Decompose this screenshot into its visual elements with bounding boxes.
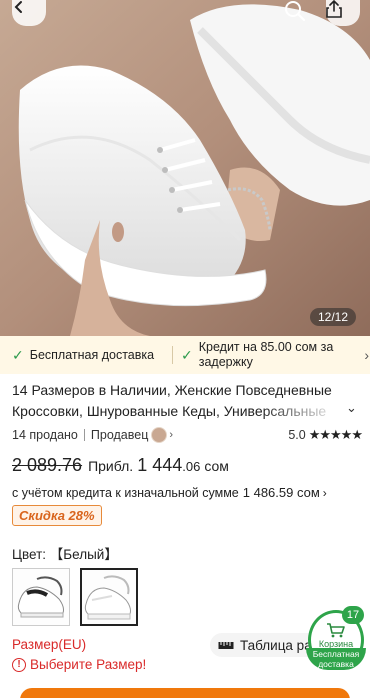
free-delivery-label: Бесплатная доставка <box>29 348 155 362</box>
approx-label: Прибл. <box>88 458 134 474</box>
cart-count-badge: 17 <box>342 606 364 624</box>
discount-badge: Скидка 28% <box>12 505 102 526</box>
credit-delay-label: Кредит на 85.00 сом за задержку <box>198 340 334 369</box>
ruler-icon <box>218 642 234 649</box>
product-meta: 14 продано Продавец › 5.0 ★★★★★ <box>12 426 363 444</box>
share-icon <box>326 0 342 18</box>
free-delivery: ✓ Бесплатная доставка <box>0 347 172 364</box>
new-price-integer: 1 444 <box>137 455 183 475</box>
rating-value: 5.0 <box>288 428 306 442</box>
star-icons: ★★★★★ <box>308 427 363 442</box>
credit-delay: ✓ Кредит на 85.00 сом за задержку › <box>173 340 369 370</box>
chevron-right-icon: › <box>322 486 327 500</box>
image-counter: 12/12 <box>309 308 356 326</box>
check-icon: ✓ <box>181 346 193 363</box>
sneaker-photo <box>0 0 370 336</box>
cart-icon <box>327 623 345 638</box>
chevron-right-icon: › <box>364 346 369 363</box>
currency: сом <box>204 458 229 474</box>
sneaker-thumbnail <box>13 569 69 625</box>
share-button[interactable] <box>326 0 360 26</box>
back-arrow-icon <box>14 1 22 13</box>
color-selected: 【Белый】 <box>49 547 118 562</box>
price-row: 2 089.76 Прибл. 1 444 .06 сом <box>12 455 229 476</box>
credit-text: с учётом кредита к изначальной сумме <box>12 486 239 500</box>
cart-free-shipping: Бесплатная доставка <box>306 648 366 670</box>
size-error-text: Выберите Размер! <box>30 657 147 672</box>
color-label: Цвет: 【Белый】 <box>12 543 118 563</box>
new-price-decimal: .06 <box>182 459 201 474</box>
divider <box>83 429 85 441</box>
sneaker-thumbnail <box>82 570 136 624</box>
sold-count: 14 продано <box>12 428 78 442</box>
product-image[interactable]: 12/12 <box>0 0 370 336</box>
rating[interactable]: 5.0 ★★★★★ <box>288 427 363 443</box>
search-icon <box>285 1 306 22</box>
credit-price[interactable]: с учётом кредита к изначальной сумме 1 4… <box>12 485 327 500</box>
seller-label[interactable]: Продавец <box>91 428 148 442</box>
size-error: ! Выберите Размер! <box>12 657 146 672</box>
shipping-banner[interactable]: ✓ Бесплатная доставка ✓ Кредит на 85.00 … <box>0 336 370 374</box>
credit-amount: 1 486.59 сом <box>242 485 320 500</box>
chevron-right-icon: › <box>169 429 174 441</box>
old-price: 2 089.76 <box>12 455 83 475</box>
add-to-cart-button[interactable] <box>20 688 350 698</box>
color-swatch[interactable] <box>12 568 70 626</box>
title-fade <box>260 401 342 422</box>
color-title: Цвет: <box>12 547 47 562</box>
color-swatch-selected[interactable] <box>80 568 138 626</box>
seller-avatar[interactable] <box>151 427 168 443</box>
check-icon: ✓ <box>12 346 24 363</box>
search-button[interactable] <box>284 0 318 26</box>
error-icon: ! <box>12 657 26 672</box>
chevron-down-icon[interactable]: ⌄ <box>346 400 357 416</box>
back-button[interactable] <box>12 0 46 26</box>
size-label: Размер(EU) <box>12 637 87 652</box>
